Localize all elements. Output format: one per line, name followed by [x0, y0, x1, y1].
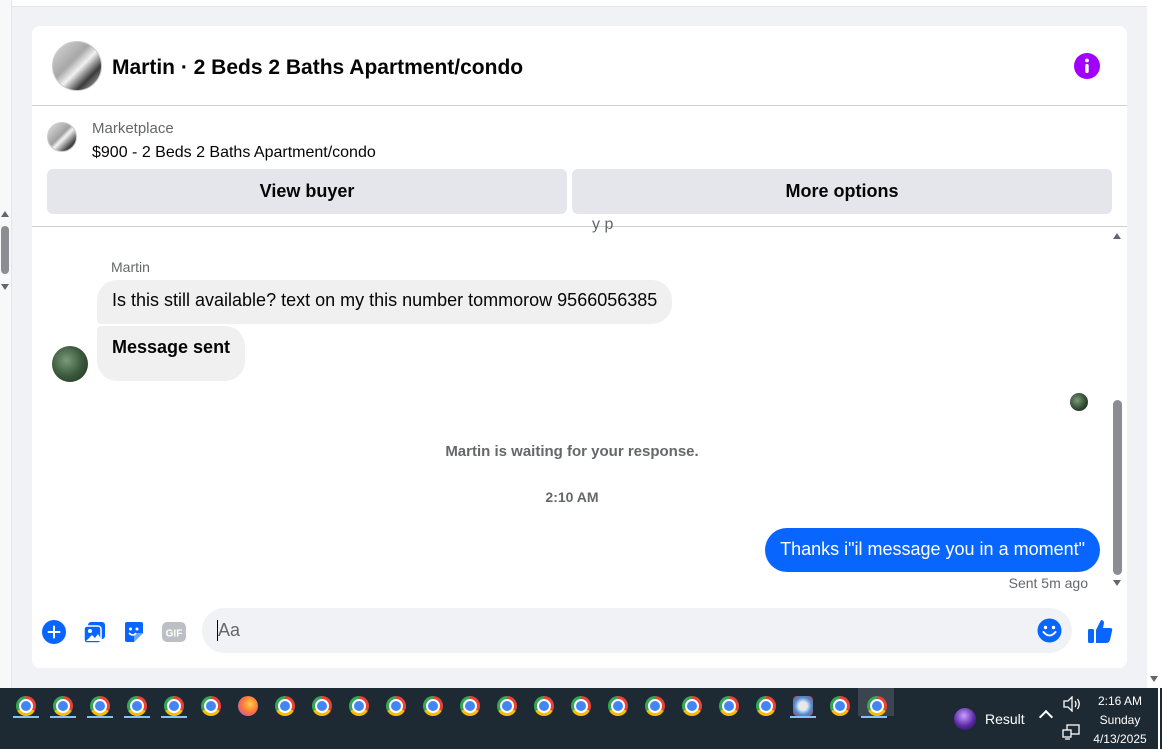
chrome-icon[interactable]	[164, 696, 184, 716]
chrome-icon[interactable]	[349, 696, 369, 716]
browser-top-strip	[12, 0, 1147, 7]
chrome-icon[interactable]	[16, 696, 36, 716]
running-app-indicator	[50, 716, 76, 718]
volume-icon[interactable]	[1062, 695, 1082, 713]
message-thread[interactable]: y p Martin Is this still available? text…	[32, 216, 1127, 604]
scroll-down-arrow-icon[interactable]	[1, 284, 9, 290]
result-label[interactable]: Result	[985, 711, 1025, 727]
page-scroll-down-arrow-icon[interactable]	[1150, 676, 1158, 682]
left-sidebar-scrollbar[interactable]	[0, 0, 12, 688]
chrome-icon[interactable]	[756, 696, 776, 716]
chrome-icon[interactable]	[90, 696, 110, 716]
view-buyer-button[interactable]: View buyer	[47, 169, 567, 214]
thread-scroll-thumb[interactable]	[1113, 400, 1122, 575]
clock-time: 2:16 AM	[1097, 694, 1143, 708]
chrome-icon[interactable]	[608, 696, 628, 716]
chrome-icon[interactable]	[645, 696, 665, 716]
more-options-button[interactable]: More options	[572, 169, 1112, 214]
listing-photo-icon[interactable]	[52, 41, 102, 91]
chrome-icon[interactable]	[201, 696, 221, 716]
info-icon[interactable]	[1074, 53, 1100, 79]
show-desktop-edge[interactable]	[1158, 688, 1160, 749]
result-app-icon[interactable]	[954, 708, 976, 730]
clock-day: Sunday	[1099, 713, 1141, 727]
photo-icon[interactable]	[82, 619, 108, 645]
running-app-indicator	[161, 716, 187, 718]
listing-title[interactable]: $900 - 2 Beds 2 Baths Apartment/condo	[92, 144, 376, 162]
waiting-notice: Martin is waiting for your response.	[445, 443, 699, 460]
seen-indicator-avatar	[1070, 393, 1088, 411]
network-icon[interactable]	[1062, 724, 1080, 740]
chrome-icon[interactable]	[682, 696, 702, 716]
clipped-message-text: y p	[592, 216, 614, 233]
outgoing-message[interactable]: Thanks i"il message you in a moment"	[765, 528, 1100, 572]
marketplace-label: Marketplace	[92, 120, 174, 137]
sender-avatar[interactable]	[52, 346, 88, 382]
page-scrollbar[interactable]	[1147, 0, 1162, 688]
message-timestamp: 2:10 AM	[545, 489, 599, 505]
sticker-icon[interactable]	[121, 619, 147, 645]
paint-app-icon[interactable]	[793, 696, 813, 716]
thread-scroll-up-icon[interactable]	[1113, 233, 1121, 239]
chrome-icon[interactable]	[386, 696, 406, 716]
running-app-indicator	[124, 716, 150, 718]
running-app-indicator	[861, 716, 887, 718]
clock-date: 4/13/2025	[1093, 732, 1147, 746]
thread-scroll-down-icon[interactable]	[1113, 580, 1121, 586]
running-app-indicator	[790, 716, 816, 718]
chrome-icon[interactable]	[127, 696, 147, 716]
marketplace-listing-bar: Marketplace $900 - 2 Beds 2 Baths Apartm…	[32, 107, 1127, 227]
incoming-message[interactable]: Is this still available? text on my this…	[97, 280, 673, 324]
sent-status: Sent 5m ago	[1008, 575, 1088, 591]
windows-taskbar: Result 2:16 AM Sunday 4/13/2025	[0, 688, 1162, 749]
chrome-icon[interactable]	[830, 696, 850, 716]
conversation-title[interactable]: Martin · 2 Beds 2 Baths Apartment/condo	[112, 56, 523, 80]
message-input-container[interactable]	[202, 608, 1072, 653]
emoji-icon[interactable]	[1037, 618, 1062, 643]
chrome-icon[interactable]	[275, 696, 295, 716]
chrome-icon[interactable]	[423, 696, 443, 716]
chrome-icon[interactable]	[867, 696, 887, 716]
running-app-indicator	[13, 716, 39, 718]
chrome-icon[interactable]	[534, 696, 554, 716]
incoming-message[interactable]: Message sent	[97, 326, 246, 381]
gif-label: GIF	[166, 629, 183, 640]
chrome-icon[interactable]	[719, 696, 739, 716]
chrome-icon[interactable]	[497, 696, 517, 716]
chrome-icon[interactable]	[53, 696, 73, 716]
sender-name: Martin	[111, 259, 150, 275]
show-hidden-icons-chevron-icon[interactable]	[1038, 709, 1054, 725]
message-input[interactable]	[218, 608, 1018, 653]
running-app-indicator	[87, 716, 113, 718]
plus-icon[interactable]	[41, 619, 67, 645]
conversation-panel: Martin · 2 Beds 2 Baths Apartment/condo …	[32, 26, 1127, 668]
chrome-icon[interactable]	[571, 696, 591, 716]
firefox-icon[interactable]	[238, 696, 258, 716]
conversation-header: Martin · 2 Beds 2 Baths Apartment/condo	[32, 26, 1127, 106]
scroll-up-arrow-icon[interactable]	[1, 211, 9, 217]
chrome-icon[interactable]	[460, 696, 480, 716]
system-clock[interactable]: 2:16 AM Sunday 4/13/2025	[1090, 692, 1150, 749]
scroll-thumb[interactable]	[1, 226, 9, 274]
gif-icon[interactable]: GIF	[161, 619, 187, 645]
listing-thumbnail[interactable]	[47, 122, 77, 152]
thumbs-up-icon[interactable]	[1085, 616, 1115, 646]
message-composer: GIF	[32, 604, 1127, 668]
chrome-icon[interactable]	[312, 696, 332, 716]
